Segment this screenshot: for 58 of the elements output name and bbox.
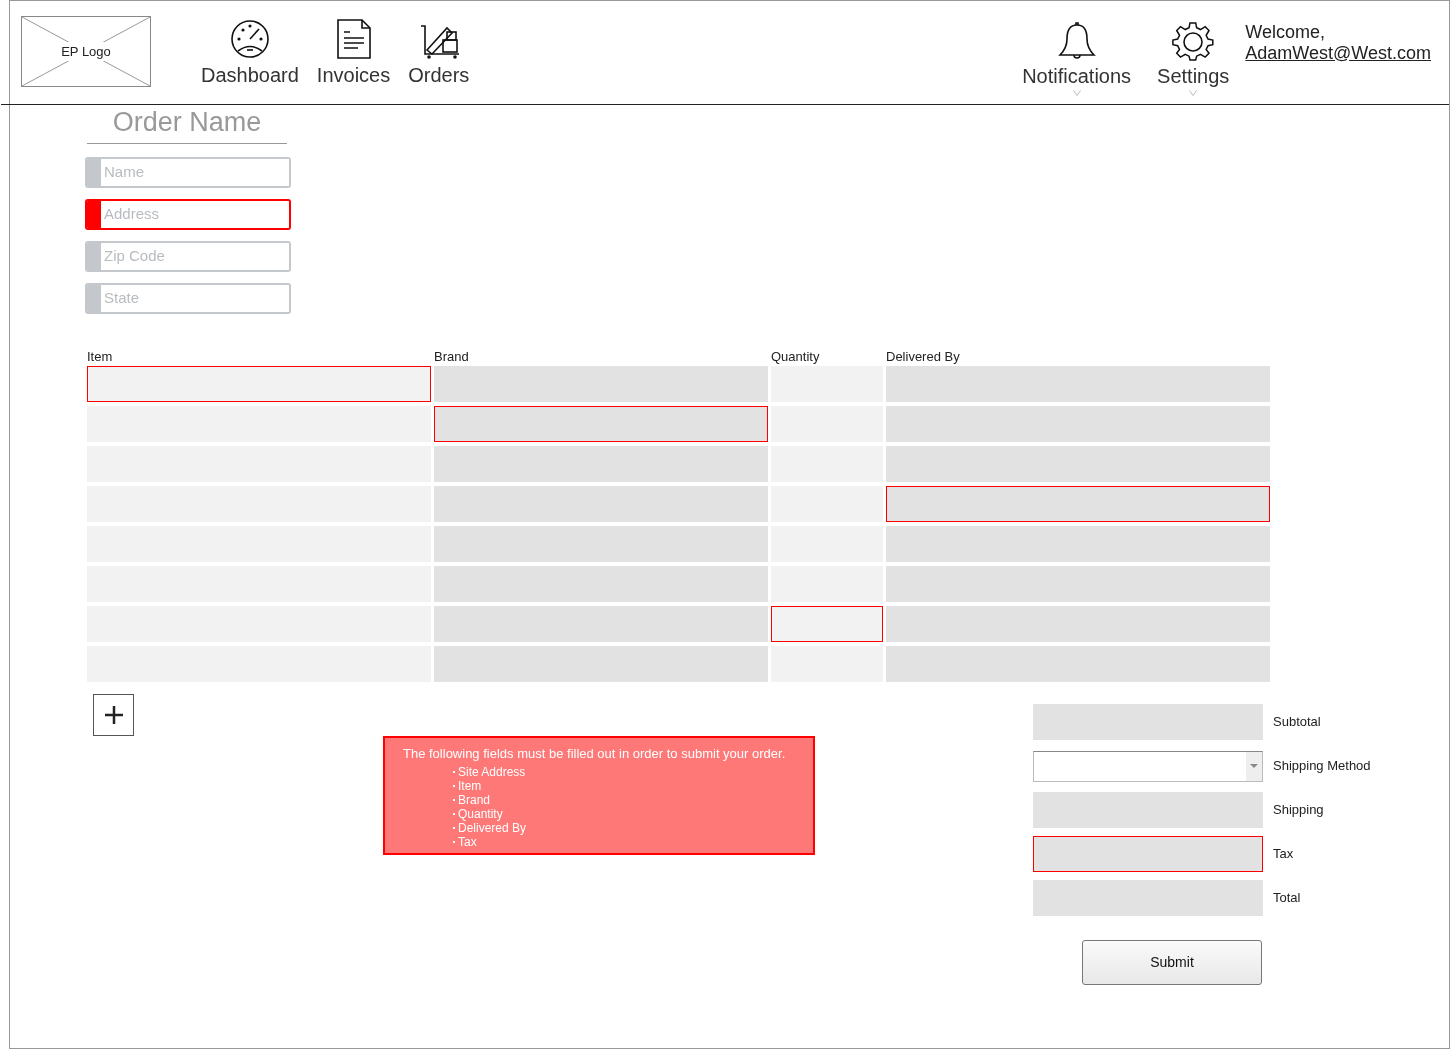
amount-field[interactable] — [1033, 880, 1263, 916]
table-cell-input[interactable] — [886, 566, 1270, 602]
table-cell-input[interactable] — [771, 606, 883, 642]
table-cell-input[interactable] — [434, 486, 768, 522]
welcome-text: Welcome, — [1245, 21, 1327, 43]
table-cell-input[interactable] — [434, 406, 768, 442]
table-cell-input[interactable] — [434, 646, 768, 682]
error-list-item: Brand — [453, 793, 813, 807]
column-header: Quantity — [771, 349, 821, 365]
table-cell-input[interactable] — [434, 526, 768, 562]
table-cell-input[interactable] — [434, 606, 768, 642]
submit-button[interactable]: Submit — [1082, 940, 1262, 985]
nav-link[interactable]: Dashboard — [199, 17, 301, 88]
table-cell-input[interactable] — [886, 366, 1270, 402]
order-title: Order Name — [112, 106, 262, 139]
chevron-down-icon — [1189, 90, 1198, 96]
text-field[interactable]: Address — [85, 199, 291, 230]
settings-icon — [1171, 21, 1216, 63]
nav-link[interactable]: Invoices — [314, 17, 393, 88]
amount-field[interactable] — [1033, 792, 1263, 828]
dropdown-select[interactable] — [1033, 750, 1263, 782]
table-cell-input[interactable] — [886, 646, 1270, 682]
summary-label: Subtotal — [1273, 713, 1321, 732]
error-list-item: Item — [453, 779, 813, 793]
error-list-item: Delivered By — [453, 821, 813, 835]
nav-link[interactable]: Orders — [406, 17, 472, 88]
column-header: Item — [87, 349, 114, 365]
amount-field[interactable] — [1033, 704, 1263, 740]
column-header: Brand — [434, 349, 470, 365]
menu-dropdown[interactable]: Settings — [1157, 21, 1230, 96]
table-cell-input[interactable] — [886, 406, 1270, 442]
summary-label: Total — [1273, 889, 1301, 908]
add-row-button[interactable] — [93, 694, 134, 736]
error-list-item: Quantity — [453, 807, 813, 821]
error-message: The following fields must be filled out in order to submit your order. — [403, 746, 787, 762]
table-cell-input[interactable] — [886, 606, 1270, 642]
menu-dropdown[interactable]: Notifications — [1022, 21, 1132, 96]
user-email-link[interactable]: AdamWest@West.com — [1245, 42, 1431, 64]
table-cell-input[interactable] — [886, 446, 1270, 482]
summary-label: Shipping Method — [1273, 757, 1371, 776]
text-field[interactable]: Name — [85, 157, 291, 188]
table-cell-input[interactable] — [434, 366, 768, 402]
amount-field[interactable] — [1033, 836, 1263, 872]
table-cell-input[interactable] — [886, 486, 1270, 522]
caret-down-icon — [1250, 764, 1258, 768]
column-header: Delivered By — [886, 349, 961, 365]
text-field[interactable]: Zip Code — [85, 241, 291, 272]
error-list-item: Tax — [453, 835, 813, 849]
table-cell-input[interactable] — [886, 526, 1270, 562]
plus-icon — [104, 706, 123, 724]
error-list-item: Site Address — [453, 765, 813, 779]
table-cell-input[interactable] — [87, 366, 431, 402]
summary-label: Tax — [1273, 845, 1294, 864]
table-cell-input[interactable] — [434, 446, 768, 482]
chevron-down-icon — [1072, 90, 1081, 96]
table-cell-input[interactable] — [434, 566, 768, 602]
summary-label: Shipping — [1273, 801, 1324, 820]
text-field[interactable]: State — [85, 283, 291, 314]
